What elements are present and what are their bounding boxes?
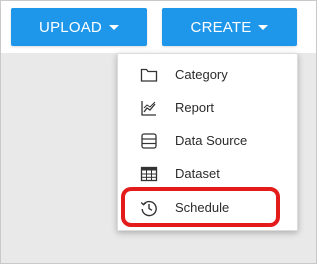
menu-item-schedule[interactable]: Schedule: [118, 191, 297, 224]
create-dropdown-menu: Category Report Data Source Dataset Sche…: [117, 53, 298, 231]
menu-item-label: Category: [175, 67, 228, 82]
menu-item-category[interactable]: Category: [118, 58, 297, 91]
menu-item-data-source[interactable]: Data Source: [118, 124, 297, 157]
caret-down-icon: [258, 24, 269, 30]
create-label: CREATE: [190, 18, 252, 36]
table-icon: [140, 165, 158, 183]
create-button[interactable]: CREATE: [162, 8, 297, 46]
menu-item-label: Dataset: [175, 166, 220, 181]
upload-label: UPLOAD: [39, 18, 102, 36]
data-source-icon: [140, 132, 158, 150]
history-clock-icon: [140, 199, 158, 217]
toolbar: UPLOAD CREATE: [1, 1, 316, 53]
menu-item-report[interactable]: Report: [118, 91, 297, 124]
caret-down-icon: [108, 24, 119, 30]
menu-item-label: Data Source: [175, 133, 248, 148]
menu-item-dataset[interactable]: Dataset: [118, 157, 297, 190]
app-frame: UPLOAD CREATE Category Report Data Sourc…: [0, 0, 317, 264]
menu-item-label: Schedule: [175, 200, 230, 215]
folder-icon: [140, 66, 158, 84]
line-chart-icon: [140, 99, 158, 117]
menu-item-label: Report: [175, 100, 215, 115]
upload-button[interactable]: UPLOAD: [11, 8, 147, 46]
